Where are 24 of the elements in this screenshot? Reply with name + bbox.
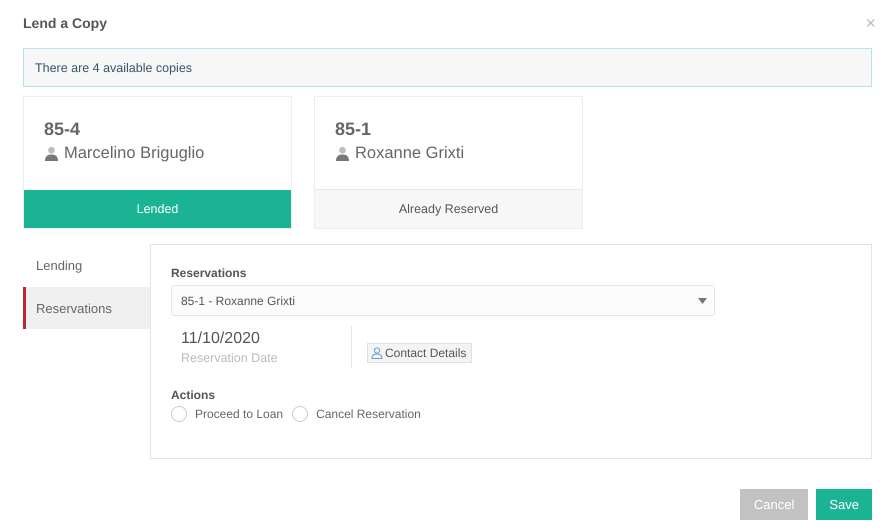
copy-card[interactable]: 85-1 Roxanne Grixti Already Reserved (314, 96, 583, 229)
person-icon (44, 146, 59, 161)
caret-icon (698, 298, 707, 304)
side-tab[interactable]: Lending (23, 244, 150, 286)
status-bar: Already Reserved (315, 189, 582, 228)
copy-code: 85-4 (44, 119, 82, 140)
date-label: Reservation Date (181, 350, 279, 364)
person-icon (371, 347, 383, 359)
copy-code: 85-1 (335, 119, 372, 140)
contact-details-button[interactable]: Contact Details (367, 343, 472, 363)
field-label: Reservations (171, 266, 248, 280)
reservation-select[interactable]: 85-1 - Roxanne Grixti (171, 285, 715, 316)
side-tab[interactable]: Reservations (23, 287, 150, 329)
copy-card[interactable]: 85-4 Marcelino Briguglio Lended (23, 96, 292, 229)
status-bar: Lended (24, 190, 291, 228)
borrower-name: Marcelino Briguglio (64, 144, 204, 163)
radio-option[interactable]: Proceed to Loan (171, 406, 284, 422)
radio-option[interactable]: Cancel Reservation (292, 406, 421, 422)
field-label: Actions (171, 388, 216, 402)
info-alert: There are 4 available copies (23, 48, 872, 87)
borrower-name: Roxanne Grixti (355, 144, 464, 163)
dialog-title: Lend a Copy (23, 15, 108, 31)
reservation-date: 11/10/2020 (181, 330, 261, 348)
person-icon (335, 146, 350, 161)
